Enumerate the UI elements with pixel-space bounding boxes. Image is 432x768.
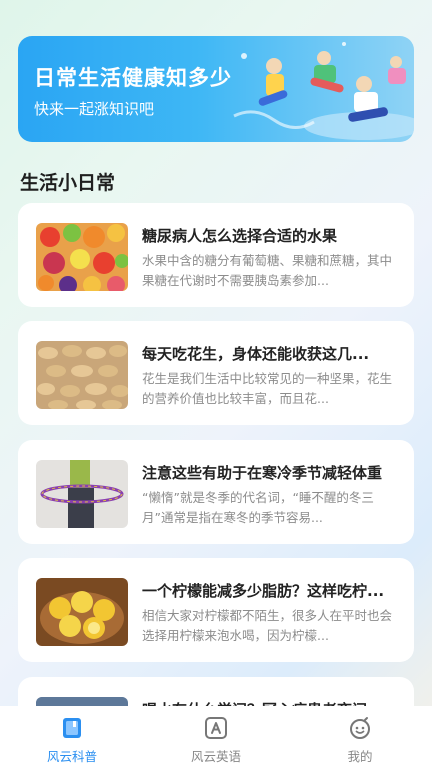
section-title: 生活小日常 <box>20 172 116 194</box>
tab-label: 风云科普 <box>46 749 97 764</box>
banner-title: 日常生活健康知多少 <box>34 66 232 90</box>
tab-mine[interactable]: 我的 <box>288 706 432 768</box>
article-card[interactable]: 糖尿病人怎么选择合适的水果 水果中含的糖分有葡萄糖、果糖和蔗糖，其中果糖在代谢时… <box>18 203 414 307</box>
smiley-icon <box>350 717 370 739</box>
tab-label: 我的 <box>347 749 373 764</box>
article-title: 注意这些有助于在寒冷季节减轻体重 <box>142 464 383 482</box>
lemon-image <box>36 578 128 646</box>
tab-label: 风云英语 <box>190 749 241 764</box>
letter-a-icon <box>205 717 227 739</box>
article-desc: 相信大家对柠檬都不陌生，很多人在平时也会选择用柠檬来泡水喝，因为柠檬... <box>142 608 393 643</box>
banner-illustration <box>233 42 414 140</box>
article-title: 一个柠檬能减多少脂肪？这样吃柠... <box>142 582 385 600</box>
bottom-tab-bar: 风云科普 风云英语 我的 <box>0 706 432 768</box>
health-banner[interactable]: 日常生活健康知多少 快来一起涨知识吧 <box>18 36 414 142</box>
article-card[interactable]: 注意这些有助于在寒冷季节减轻体重 “懒惰”就是冬季的代名词，“睡不醒的冬三月”通… <box>18 440 414 544</box>
tab-english[interactable]: 风云英语 <box>144 706 288 768</box>
article-card[interactable]: 一个柠檬能减多少脂肪？这样吃柠... 相信大家对柠檬都不陌生，很多人在平时也会选… <box>18 558 414 662</box>
article-desc: 水果中含的糖分有葡萄糖、果糖和蔗糖，其中果糖在代谢时不需要胰岛素参加... <box>142 253 393 288</box>
article-title: 糖尿病人怎么选择合适的水果 <box>142 227 338 245</box>
article-title: 每天吃花生，身体还能收获这几... <box>142 345 370 363</box>
banner-subtitle: 快来一起涨知识吧 <box>34 100 155 118</box>
app-root: 日常生活健康知多少 快来一起涨知识吧 生活小日常 糖尿病人怎么选择合适的水果 水… <box>0 0 432 768</box>
article-card[interactable]: 每天吃花生，身体还能收获这几... 花生是我们生活中比较常见的一种坚果，花生的营… <box>18 321 414 425</box>
article-desc: “懒惰”就是冬季的代名词，“睡不醒的冬三月”通常是指在寒冬的季节容易... <box>142 490 374 525</box>
article-desc: 花生是我们生活中比较常见的一种坚果，花生的营养价值也比较丰富，而且花... <box>142 371 393 406</box>
hula-hoop-image <box>36 460 128 528</box>
tab-science[interactable]: 风云科普 <box>0 706 144 768</box>
peanut-image <box>36 341 128 409</box>
book-icon <box>63 718 81 738</box>
fruit-image <box>36 223 128 291</box>
